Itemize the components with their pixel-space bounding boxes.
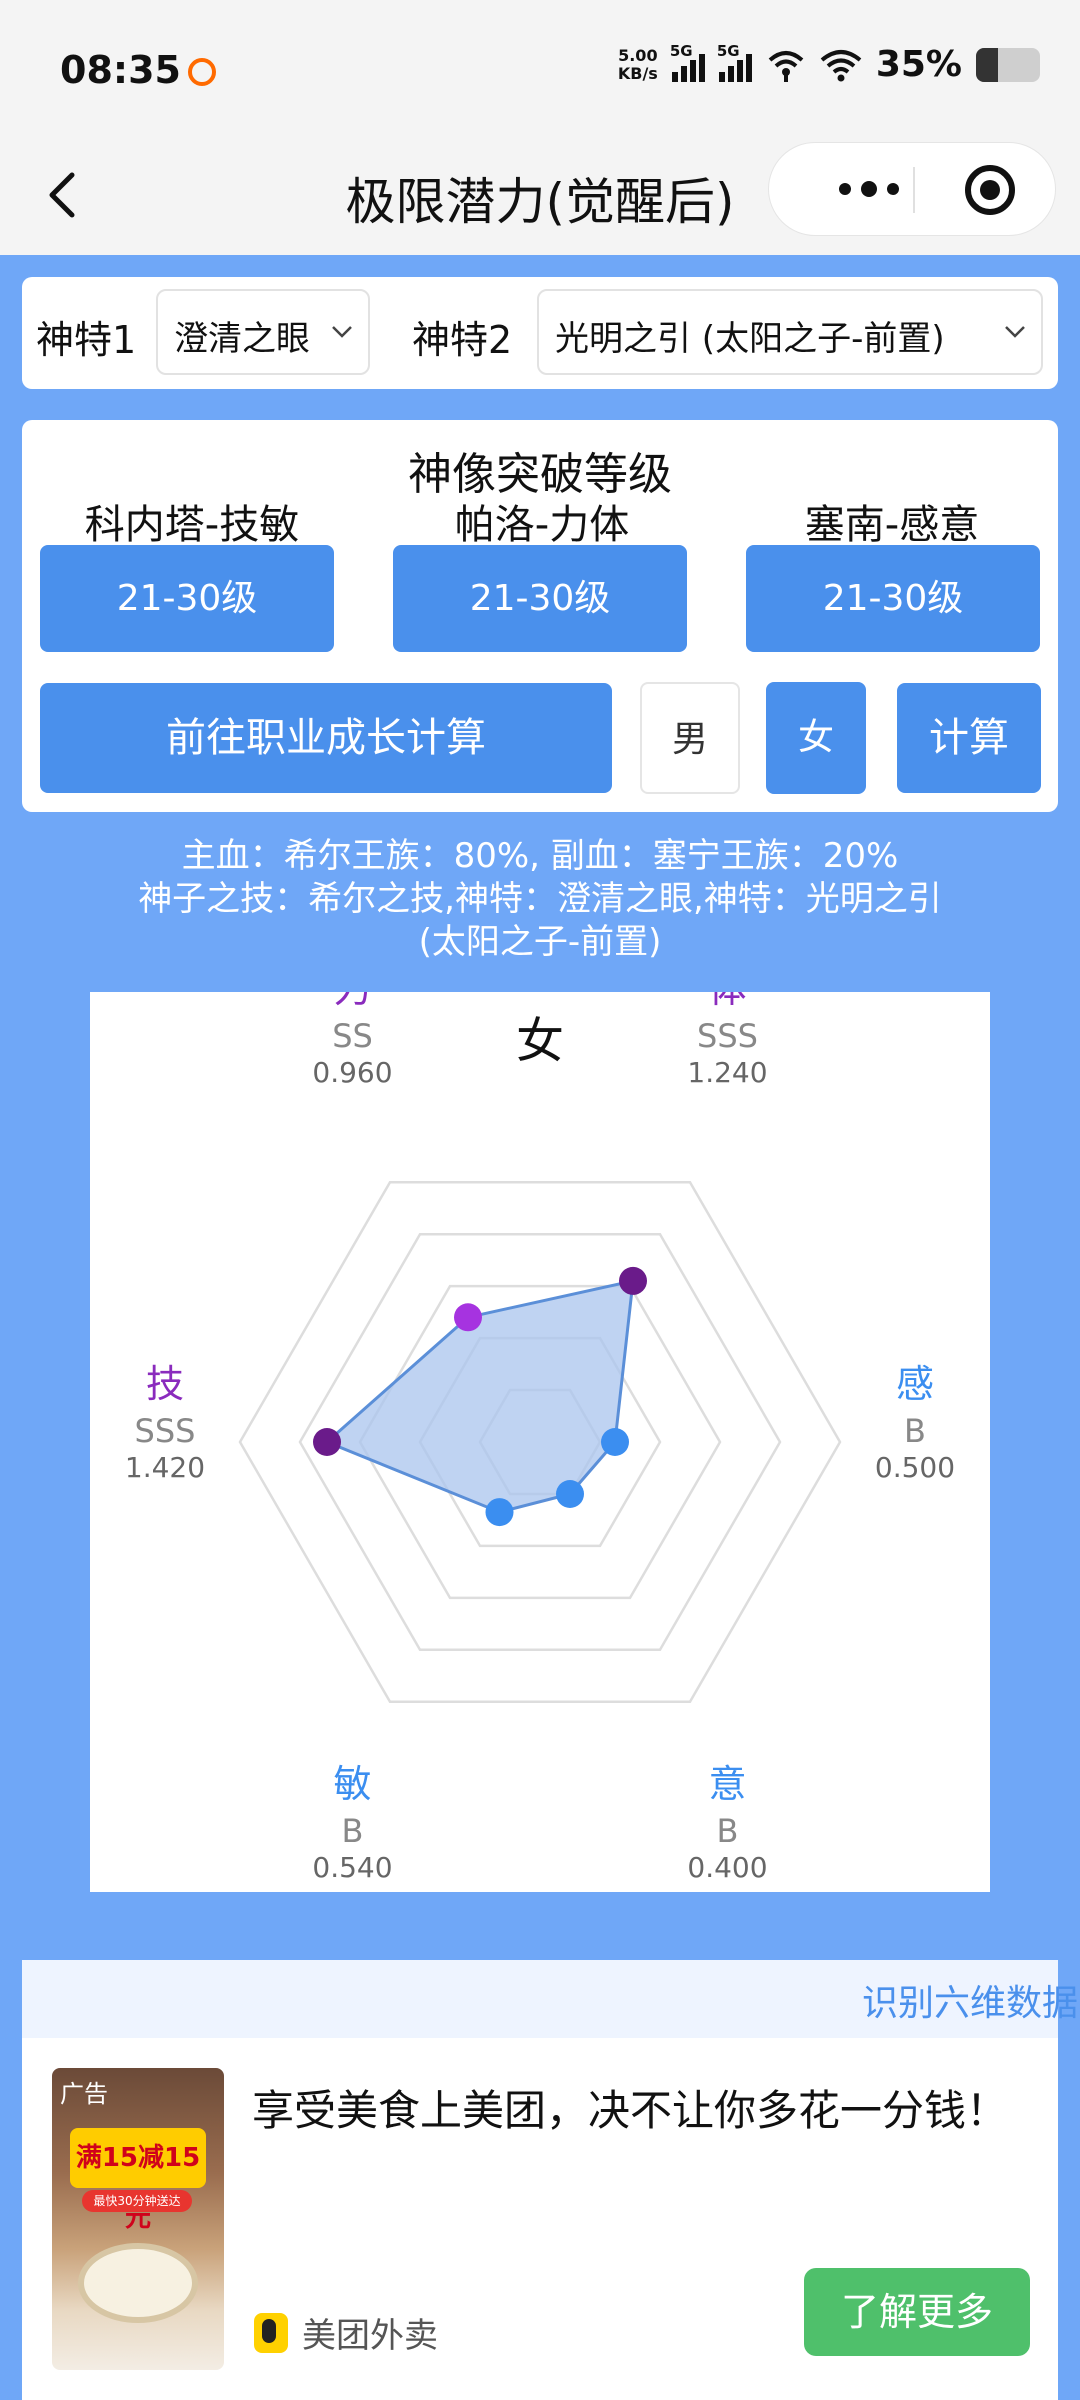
radar-point-3: [601, 1428, 629, 1456]
radar-axis-name-1: 力: [333, 992, 371, 1011]
more-icon[interactable]: [839, 181, 899, 197]
sig1-label: 5G: [669, 41, 693, 60]
shente2-select[interactable]: 光明之引 (太阳之子-前置): [537, 289, 1043, 375]
ad-text[interactable]: 享受美食上美团，决不让你多花一分钱！: [252, 2078, 1032, 2144]
shente2-label: 神特2: [412, 318, 513, 362]
status-bar: 08:35 5.00 KB/s 5G 5G 35%: [0, 0, 1080, 140]
radar-point-6: [313, 1428, 341, 1456]
battery-icon: [976, 47, 1040, 82]
food-bowl-image: [78, 2243, 198, 2323]
cellular-signal-icon: 5G: [670, 42, 705, 82]
radar-axis-grade-2: SSS: [697, 1017, 758, 1055]
net-speed: 5.00 KB/s: [617, 45, 658, 83]
recognize-bar: 识别六维数据: [22, 1960, 1078, 2038]
shente-card: 神特1 澄清之眼 神特2 光明之引 (太阳之子-前置): [22, 277, 1058, 389]
radar-axis-grade-6: SSS: [135, 1412, 196, 1450]
radar-axis-grade-4: B: [717, 1812, 739, 1850]
chevron-down-icon: [332, 326, 352, 338]
female-button[interactable]: 女: [766, 682, 866, 794]
shente2-value: 光明之引 (太阳之子-前置): [555, 319, 945, 359]
calculate-button[interactable]: 计算: [897, 683, 1041, 793]
shente1-label: 神特1: [36, 318, 137, 362]
summary-line-3: (太阳之子-前置): [418, 922, 662, 962]
ad-promo: 满15减15元: [70, 2128, 206, 2233]
ad-card[interactable]: 广告 满15减15元 最快30分钟送达 享受美食上美团，决不让你多花一分钱！ 美…: [22, 2038, 1058, 2400]
meituan-logo-icon: [254, 2312, 288, 2353]
radar-point-4: [556, 1480, 584, 1508]
bloodline-summary: 主血：希尔王族：80%, 副血：塞宁王族：20% 神子之技：希尔之技,神特：澄清…: [60, 835, 1020, 964]
status-time: 08:35: [60, 48, 181, 92]
radar-chart: 女力SS0.960体SSS1.240感B0.500意B0.400敏B0.540技…: [90, 992, 990, 1892]
level-select-1[interactable]: 21-30级: [40, 545, 334, 652]
radar-axis-value-6: 1.420: [125, 1451, 205, 1484]
radar-point-2: [619, 1266, 647, 1295]
app-notification-icon: [188, 58, 216, 86]
ad-promo-sub: 最快30分钟送达: [82, 2190, 192, 2212]
god-name-3: 塞南-感意: [804, 502, 980, 548]
radar-axis-name-4: 意: [708, 1762, 746, 1806]
career-growth-button[interactable]: 前往职业成长计算: [40, 683, 612, 793]
ad-brand: 美团外卖: [254, 2308, 438, 2357]
radar-point-5: [485, 1498, 514, 1527]
radar-axis-value-1: 0.960: [312, 1056, 392, 1089]
battery-percent: 35%: [875, 44, 962, 85]
status-icons: 5.00 KB/s 5G 5G 35%: [617, 42, 1040, 85]
radar-axis-name-3: 感: [896, 1362, 934, 1406]
capsule-divider: [913, 167, 915, 213]
level-select-3[interactable]: 21-30级: [746, 545, 1040, 652]
battery-fill: [976, 47, 999, 82]
summary-line-1: 主血：希尔王族：80%, 副血：塞宁王族：20%: [181, 836, 899, 876]
shente1-value: 澄清之眼: [174, 319, 310, 359]
summary-line-2: 神子之技：希尔之技,神特：澄清之眼,神特：光明之引: [138, 879, 942, 919]
god-name-1: 科内塔-技敏: [84, 502, 300, 548]
net-speed-unit: KB/s: [617, 63, 658, 83]
level-select-2[interactable]: 21-30级: [393, 545, 687, 652]
radar-axis-grade-3: B: [904, 1412, 926, 1450]
radar-chart-svg: 女力SS0.960体SSS1.240感B0.500意B0.400敏B0.540技…: [125, 992, 955, 1884]
hotspot-icon: [768, 50, 804, 82]
learn-more-button[interactable]: 了解更多: [804, 2268, 1030, 2356]
radar-axis-value-5: 0.540: [312, 1851, 392, 1884]
recognize-six-dim-link[interactable]: 识别六维数据: [862, 1974, 1078, 2026]
nav-bar: 极限潜力(觉醒后): [0, 140, 1080, 255]
male-button[interactable]: 男: [640, 682, 740, 794]
radar-axis-name-5: 敏: [333, 1762, 371, 1806]
radar-axis-name-2: 体: [708, 992, 746, 1011]
close-target-icon[interactable]: [965, 165, 1015, 215]
radar-axis-name-6: 技: [146, 1362, 184, 1406]
net-speed-value: 5.00: [618, 45, 658, 65]
miniprogram-capsule: [768, 142, 1056, 236]
radar-axis-value-2: 1.240: [687, 1056, 767, 1089]
radar-axis-grade-1: SS: [332, 1017, 373, 1055]
main-content: 神特1 澄清之眼 神特2 光明之引 (太阳之子-前置) 神像突破等级 科内塔-技…: [0, 255, 1080, 2400]
chevron-down-icon: [1005, 326, 1025, 338]
ad-image[interactable]: 广告 满15减15元 最快30分钟送达: [52, 2068, 224, 2370]
radar-axis-value-3: 0.500: [875, 1451, 955, 1484]
radar-title: 女: [516, 1013, 564, 1069]
radar-axis-value-4: 0.400: [687, 1851, 767, 1884]
radar-point-1: [454, 1303, 482, 1332]
god-name-2: 帕洛-力体: [454, 502, 630, 548]
cellular-signal-2-icon: 5G: [717, 42, 752, 82]
radar-axis-grade-5: B: [342, 1812, 364, 1850]
sig2-label: 5G: [716, 41, 740, 60]
breakthrough-card: 神像突破等级 科内塔-技敏 帕洛-力体 塞南-感意 21-30级 21-30级 …: [22, 420, 1058, 812]
ad-tag: 广告: [60, 2080, 108, 2108]
ad-brand-name: 美团外卖: [302, 2316, 438, 2356]
wifi-icon: [820, 49, 862, 81]
shente1-select[interactable]: 澄清之眼: [156, 289, 370, 375]
